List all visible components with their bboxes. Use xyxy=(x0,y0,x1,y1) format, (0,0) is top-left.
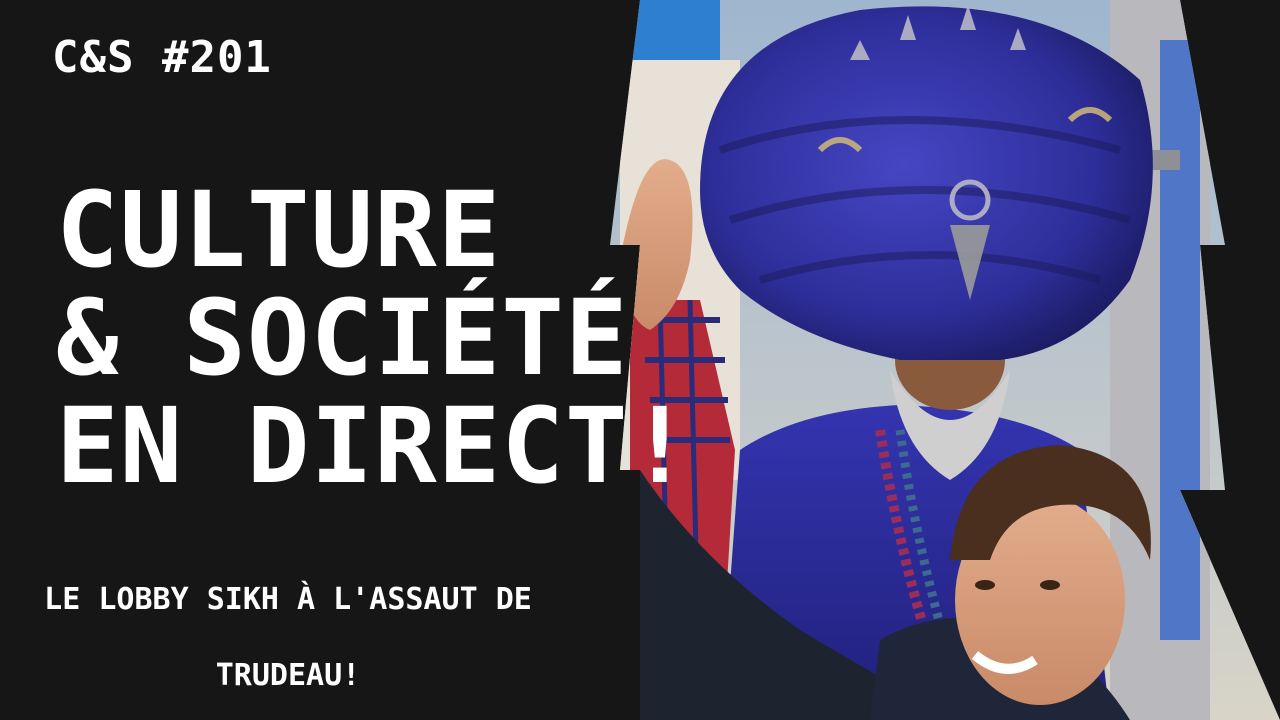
thumbnail: C&S #201 CULTURE & SOCIÉTÉ EN DIRECT! LE… xyxy=(0,0,1280,720)
headline-line-1: CULTURE xyxy=(56,169,502,291)
headline: CULTURE & SOCIÉTÉ EN DIRECT! xyxy=(56,169,693,507)
headline-line-2: & SOCIÉTÉ xyxy=(56,277,629,399)
subtitle: LE LOBBY SIKH À L'ASSAUT DE TRUDEAU! xyxy=(44,582,532,693)
text-layer: C&S #201 CULTURE & SOCIÉTÉ EN DIRECT! LE… xyxy=(0,0,693,720)
headline-line-3: EN DIRECT! xyxy=(56,385,693,507)
episode-label: C&S #201 xyxy=(52,32,272,83)
